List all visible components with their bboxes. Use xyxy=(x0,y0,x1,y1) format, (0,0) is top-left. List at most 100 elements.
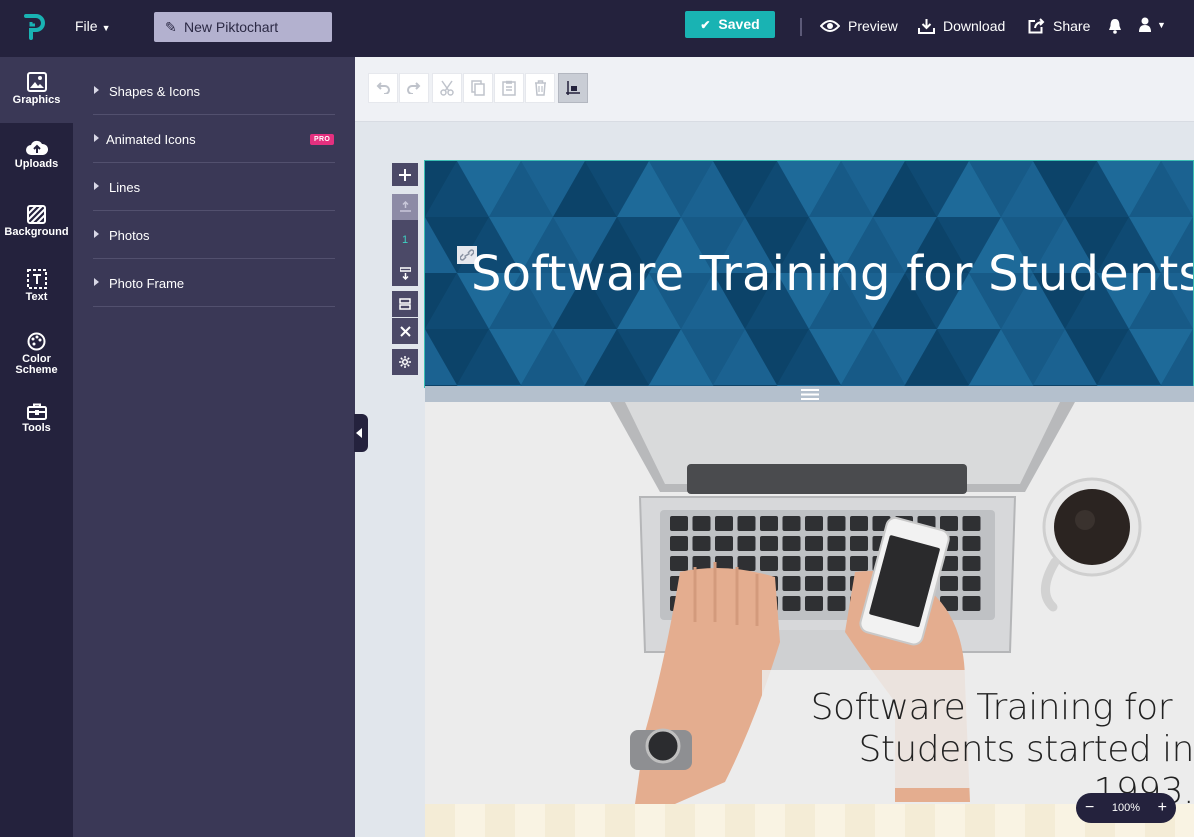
download-button[interactable]: Download xyxy=(918,18,1005,34)
document-title-text: New Piktochart xyxy=(184,19,279,35)
duplicate-block-icon xyxy=(399,298,411,310)
graphics-panel: Shapes & Icons Animated Icons PRO Lines … xyxy=(73,57,355,837)
cut-icon xyxy=(440,80,454,96)
rail-item-label: Color Scheme xyxy=(15,353,58,376)
preview-button[interactable]: Preview xyxy=(820,18,898,34)
delete-icon xyxy=(534,80,546,96)
drag-handle-icon xyxy=(800,388,819,400)
zoom-in-button[interactable]: + xyxy=(1158,800,1167,816)
rail-item-label: Graphics xyxy=(12,94,61,106)
headline-text[interactable]: Software Training for Students xyxy=(471,246,1193,302)
rail-item-label: Text xyxy=(25,291,48,303)
download-icon xyxy=(918,19,935,34)
top-bar: File ▼ ✎ New Piktochart ✔ Saved Preview Do… xyxy=(0,0,1194,57)
document-title-field[interactable]: ✎ New Piktochart xyxy=(154,12,332,42)
panel-item-shapes-icons[interactable]: Shapes & Icons xyxy=(93,67,335,115)
copy-icon xyxy=(471,80,485,96)
rail-item-text[interactable]: Text xyxy=(0,255,73,321)
rail-item-label: Background xyxy=(4,226,69,238)
caption-line-1: Software Training for xyxy=(810,687,1173,728)
undo-button[interactable] xyxy=(368,73,398,103)
triangle-right-icon xyxy=(94,278,99,286)
copy-button[interactable] xyxy=(463,73,493,103)
triangle-right-icon xyxy=(94,134,99,142)
check-icon: ✔ xyxy=(700,18,711,32)
toolbox-icon xyxy=(26,403,47,420)
panel-item-label: Animated Icons xyxy=(106,132,196,147)
rail-item-tools[interactable]: Tools xyxy=(0,387,73,453)
triangle-right-icon xyxy=(94,86,99,94)
panel-item-label: Shapes & Icons xyxy=(109,84,201,99)
rail-item-graphics[interactable]: Graphics xyxy=(0,57,73,123)
left-rail: Graphics Uploads Background Text Color S… xyxy=(0,57,73,837)
panel-item-lines[interactable]: Lines xyxy=(93,163,335,211)
close-icon xyxy=(399,325,411,337)
redo-icon xyxy=(407,82,421,94)
preview-label: Preview xyxy=(848,18,898,34)
plus-icon xyxy=(399,168,411,181)
piktochart-logo[interactable] xyxy=(22,13,46,41)
move-block-down-button[interactable] xyxy=(392,260,418,286)
chevron-down-icon: ▼ xyxy=(1157,19,1166,30)
text-box-icon xyxy=(26,269,47,289)
rail-item-background[interactable]: Background xyxy=(0,189,73,255)
paste-button[interactable] xyxy=(494,73,524,103)
user-icon xyxy=(1139,17,1151,32)
image-icon xyxy=(26,72,47,92)
share-button[interactable]: Share xyxy=(1028,18,1090,34)
cut-button[interactable] xyxy=(432,73,462,103)
undo-icon xyxy=(376,82,390,94)
gear-icon xyxy=(399,356,411,368)
header-block[interactable]: Software Training for Students xyxy=(424,160,1194,388)
rail-item-color-scheme[interactable]: Color Scheme xyxy=(0,321,73,387)
download-label: Download xyxy=(943,18,1006,34)
eye-icon xyxy=(820,20,840,32)
panel-item-label: Photo Frame xyxy=(109,276,185,291)
move-down-icon xyxy=(399,266,411,280)
collapse-panel-tab[interactable] xyxy=(354,414,368,452)
pro-badge: PRO xyxy=(310,134,335,145)
move-block-up-button[interactable] xyxy=(392,194,418,220)
duplicate-block-button[interactable] xyxy=(392,291,418,317)
share-label: Share xyxy=(1053,18,1091,34)
delete-button[interactable] xyxy=(525,73,555,103)
chevron-down-icon: ▼ xyxy=(101,23,111,33)
block-number: 1 xyxy=(392,220,418,260)
edit-toolbar xyxy=(355,57,1194,122)
file-menu-label: File xyxy=(75,18,98,34)
caption-text[interactable]: Software Training for Students started i… xyxy=(764,687,1194,804)
cloud-upload-icon xyxy=(25,140,48,155)
zoom-level: 100% xyxy=(1111,802,1141,814)
move-up-icon xyxy=(399,201,411,212)
arrange-icon xyxy=(566,81,580,95)
panel-item-label: Photos xyxy=(109,228,150,243)
add-block-button[interactable] xyxy=(392,163,418,186)
file-menu[interactable]: File ▼ xyxy=(75,18,110,34)
triangle-right-icon xyxy=(94,230,99,238)
rail-item-label: Tools xyxy=(22,422,51,434)
panel-item-photos[interactable]: Photos xyxy=(93,211,335,259)
panel-item-label: Lines xyxy=(109,180,141,195)
triangle-right-icon xyxy=(94,182,99,190)
saved-button[interactable]: ✔ Saved xyxy=(685,11,775,38)
zoom-out-button[interactable]: − xyxy=(1085,800,1094,816)
rail-item-uploads[interactable]: Uploads xyxy=(0,123,73,189)
delete-block-button[interactable] xyxy=(392,318,418,344)
arrange-button[interactable] xyxy=(558,73,588,103)
divider xyxy=(800,18,802,36)
block-number-label: 1 xyxy=(401,234,409,246)
share-icon xyxy=(1028,18,1045,34)
block-resize-handle[interactable] xyxy=(425,386,1194,402)
palette-icon xyxy=(27,332,46,351)
saved-label: Saved xyxy=(718,16,760,32)
block-settings-button[interactable] xyxy=(392,349,418,375)
photo-block[interactable]: Software Training for Students started i… xyxy=(425,402,1194,804)
rail-item-label: Uploads xyxy=(14,158,59,170)
redo-button[interactable] xyxy=(399,73,429,103)
background-pattern-icon xyxy=(27,205,46,224)
panel-item-photo-frame[interactable]: Photo Frame xyxy=(93,259,335,307)
panel-item-animated-icons[interactable]: Animated Icons PRO xyxy=(93,115,335,163)
zoom-control: − 100% + xyxy=(1076,793,1176,823)
user-menu[interactable]: ▼ xyxy=(1139,17,1166,32)
bell-icon[interactable] xyxy=(1108,18,1122,34)
